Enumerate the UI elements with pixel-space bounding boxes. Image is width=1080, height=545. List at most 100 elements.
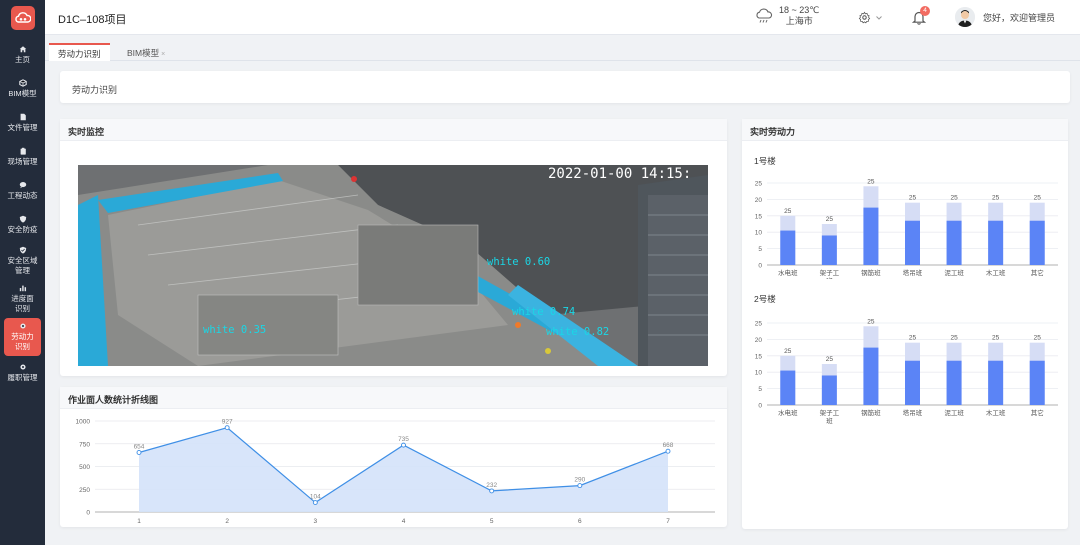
y-tick-label: 5 — [758, 386, 762, 393]
sidebar-item-label: BIM模型 — [8, 89, 37, 98]
user-avatar-icon — [955, 7, 975, 27]
data-point[interactable] — [224, 425, 230, 431]
category-label: 架子工 — [820, 269, 840, 277]
y-tick-label: 5 — [758, 246, 762, 253]
data-point[interactable] — [665, 448, 671, 454]
category-label: 架子工 — [820, 409, 840, 417]
tab-labor-recognition[interactable]: 劳动力识别 — [49, 43, 110, 61]
bar-label: 25 — [909, 335, 917, 342]
home-icon — [19, 46, 26, 53]
bar-label: 25 — [909, 195, 917, 202]
shield-check-icon — [19, 246, 26, 254]
bar-label: 25 — [826, 356, 834, 363]
data-label: 927 — [222, 419, 233, 426]
cloud-logo-icon — [14, 12, 31, 23]
tab-label: BIM模型 — [127, 48, 160, 58]
sidebar-item-5[interactable]: 安全防疫 — [0, 208, 45, 242]
weather-temp: 18 ~ 23℃ — [779, 5, 820, 15]
shield-icon — [19, 215, 26, 223]
sidebar-item-2[interactable]: 文件管理 — [0, 106, 45, 140]
tab-bim-model[interactable]: BIM模型 × — [118, 43, 174, 61]
y-tick-label: 15 — [755, 213, 763, 220]
sidebar-item-label: 安全区域 — [7, 256, 38, 265]
bar-label: 25 — [992, 335, 1000, 342]
sidebar-item-3[interactable]: 现场管理 — [0, 140, 45, 174]
breadcrumb-label: 劳动力识别 — [72, 85, 118, 95]
breadcrumb: 劳动力识别 — [60, 71, 1070, 103]
sidebar-item-7[interactable]: 进度面 识别 — [0, 280, 45, 318]
y-tick-label: 25 — [755, 181, 763, 188]
data-point[interactable] — [401, 442, 406, 448]
y-tick-label: 0 — [86, 510, 90, 517]
tab-close-icon[interactable]: × — [161, 51, 165, 58]
sidebar-item-9[interactable]: 履职管理 — [0, 356, 45, 390]
bar-present[interactable] — [988, 220, 1004, 265]
sidebar-item-0[interactable]: 主页 — [0, 38, 45, 72]
bar-chart-building-1: 051015202525水电班25架子工班25钢筋班25塔吊班25泥工班25木工… — [755, 178, 1058, 279]
camera-feed[interactable]: 2022-01-00 14:15: white 0.60 white 0.74 … — [78, 165, 708, 366]
settings-menu[interactable] — [858, 11, 883, 24]
bar-label: 25 — [950, 195, 958, 202]
tab-label: 劳动力识别 — [58, 49, 101, 59]
line-chart: 0 250 500 750 1000 654 1 927 2 104 3 735 4 232 5 290 6 66… — [76, 419, 715, 525]
sidebar-item-4[interactable]: 工程动态 — [0, 174, 45, 208]
y-tick-label: 250 — [79, 487, 90, 494]
user-menu[interactable]: 您好，欢迎管理员 — [955, 7, 1055, 27]
sidebar-item-label: 现场管理 — [7, 157, 38, 166]
sidebar-item-label: 工程动态 — [7, 191, 38, 200]
bar-present[interactable] — [863, 207, 879, 265]
bar-present[interactable] — [780, 370, 796, 405]
sidebar-item-8[interactable]: 劳动力 识别 — [4, 318, 41, 356]
sidebar-item-label: 劳动力 — [11, 332, 34, 341]
data-point[interactable] — [312, 500, 318, 505]
notification-bell[interactable]: 4 — [911, 6, 930, 27]
panel-title: 作业面人数统计折线图 — [60, 387, 727, 409]
sidebar-item-label: 识别 — [15, 304, 30, 313]
bar-label: 25 — [1034, 195, 1042, 202]
bar-present[interactable] — [905, 360, 920, 405]
sidebar-item-1[interactable]: BIM模型 — [0, 72, 45, 106]
detection-label: white 0.74 — [512, 306, 575, 318]
building-1-title: 1号楼 — [754, 156, 776, 166]
y-tick-label: 0 — [758, 263, 762, 270]
bar-present[interactable] — [821, 375, 837, 405]
bar-present[interactable] — [946, 220, 962, 265]
bar-present[interactable] — [1029, 220, 1045, 265]
x-tick-label: 1 — [137, 518, 141, 525]
y-tick-label: 10 — [755, 370, 763, 377]
app-logo[interactable] — [10, 6, 35, 30]
x-tick-label: 7 — [666, 518, 670, 525]
bar-present[interactable] — [863, 347, 879, 405]
bar-present[interactable] — [780, 230, 796, 265]
category-label: 其它 — [1031, 408, 1044, 417]
y-tick-label: 500 — [79, 464, 90, 471]
panel-title: 实时劳动力 — [742, 119, 1068, 141]
detection-label: white 0.35 — [203, 324, 266, 336]
data-label: 290 — [574, 477, 585, 484]
camera-timestamp: 2022-01-00 14:15: — [548, 166, 691, 182]
y-tick-label: 20 — [755, 197, 763, 204]
bar-present[interactable] — [905, 220, 920, 265]
y-tick-label: 1000 — [76, 419, 91, 426]
bar-label: 25 — [784, 208, 792, 215]
sidebar-item-label: 履职管理 — [7, 373, 38, 382]
data-point[interactable] — [577, 483, 583, 489]
bar-label: 25 — [826, 216, 834, 223]
chat-icon — [19, 182, 26, 189]
bar-present[interactable] — [1029, 360, 1045, 405]
file-icon — [20, 113, 26, 121]
data-point[interactable] — [136, 450, 142, 455]
sidebar: 主页 BIM模型 文件管理 现场管理 工程动态 安全防疫 安全区域 管理 进度面 识别 劳动力 识别履… — [0, 0, 45, 545]
sidebar-item-label: 识别 — [15, 342, 30, 351]
bar-present[interactable] — [988, 360, 1004, 405]
clipboard-icon — [20, 147, 26, 155]
data-point[interactable] — [489, 488, 495, 494]
bar-label: 25 — [867, 178, 875, 185]
bar-present[interactable] — [946, 360, 962, 405]
sidebar-item-label: 进度面 — [11, 294, 34, 303]
y-tick-label: 15 — [755, 353, 763, 360]
bar-present[interactable] — [821, 235, 837, 265]
bar-label: 25 — [867, 318, 875, 325]
category-label: 泥工班 — [944, 408, 964, 417]
sidebar-item-6[interactable]: 安全区域 管理 — [0, 242, 45, 280]
